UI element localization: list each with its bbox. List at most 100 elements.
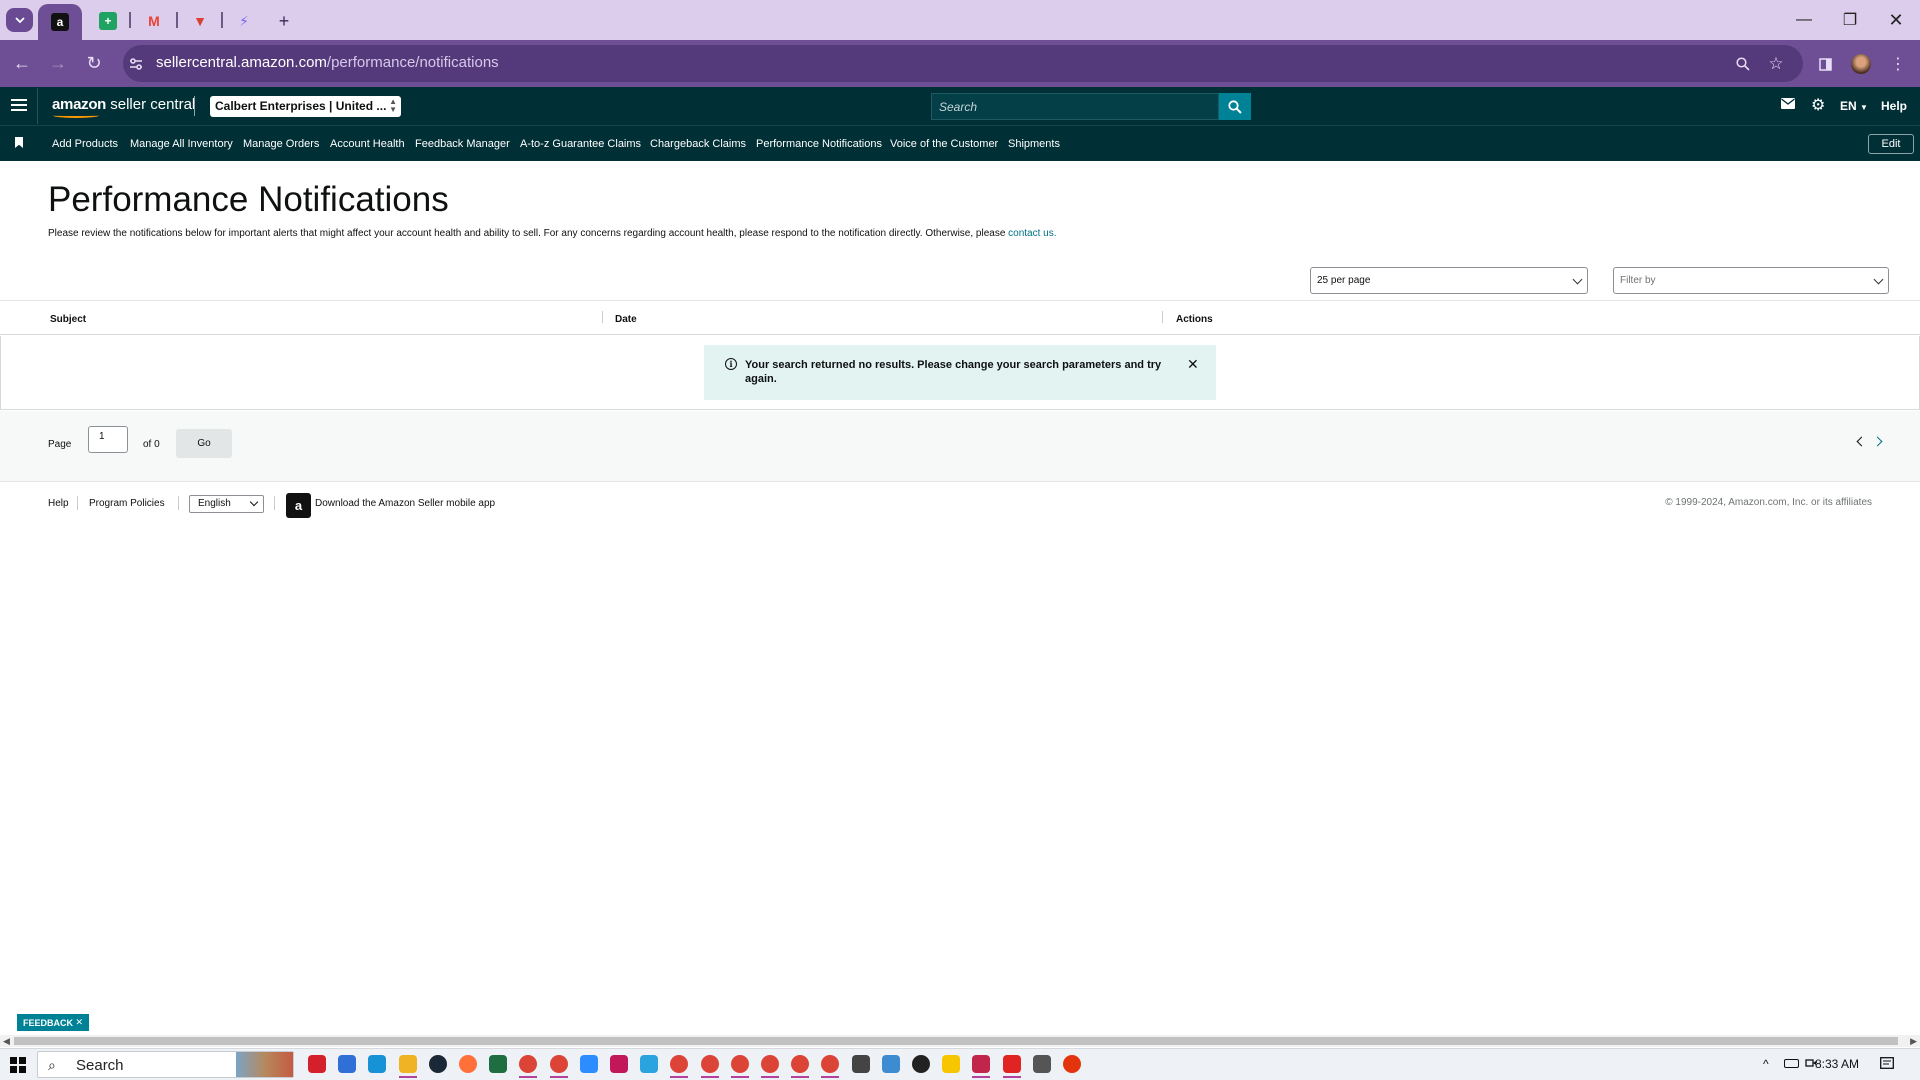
snipping-tool-icon[interactable] <box>972 1055 991 1073</box>
running-indicator <box>700 1076 719 1078</box>
messages-button[interactable] <box>1781 98 1795 112</box>
chrome-icon[interactable] <box>700 1055 719 1073</box>
pokeball-icon[interactable] <box>1063 1055 1081 1073</box>
reload-button[interactable]: ↻ <box>80 51 108 75</box>
notepad-icon[interactable] <box>881 1055 900 1073</box>
per-page-select[interactable]: 25 per page <box>1310 267 1588 294</box>
horizontal-scrollbar[interactable]: ◀ ▶ <box>0 1035 1920 1047</box>
caret-down-icon: ▼ <box>1860 103 1868 112</box>
clock[interactable]: 8:33 AM <box>1815 1057 1859 1071</box>
go-button[interactable]: Go <box>176 429 232 458</box>
help-link[interactable]: Help <box>1881 99 1907 113</box>
edge-icon[interactable] <box>368 1055 387 1073</box>
restore-button[interactable]: ❐ <box>1830 6 1870 34</box>
minimize-button[interactable]: — <box>1784 6 1824 34</box>
zoom-icon[interactable] <box>579 1055 598 1073</box>
close-icon[interactable]: ✕ <box>75 1017 83 1028</box>
program-policies-link[interactable]: Program Policies <box>89 498 165 509</box>
windows-logo-icon <box>10 1066 17 1073</box>
nav-a-to-z-claims[interactable]: A-to-z Guarantee Claims <box>520 138 641 150</box>
footer-language-select[interactable]: English <box>189 495 264 513</box>
back-button[interactable]: ← <box>8 51 36 75</box>
settings-icon[interactable] <box>1032 1055 1051 1073</box>
chrome-icon[interactable] <box>730 1055 749 1073</box>
hamburger-menu-button[interactable] <box>11 97 27 113</box>
app-blue-square-icon[interactable] <box>338 1055 357 1073</box>
column-divider <box>1162 311 1163 323</box>
close-window-button[interactable]: ✕ <box>1876 6 1916 34</box>
forward-button[interactable]: → <box>44 51 72 75</box>
start-button[interactable] <box>10 1057 26 1073</box>
profile-avatar[interactable] <box>1849 52 1873 76</box>
firefox-icon[interactable] <box>459 1055 477 1073</box>
dismiss-alert-button[interactable]: ✕ <box>1187 356 1199 373</box>
download-app-link[interactable]: Download the Amazon Seller mobile app <box>315 498 495 509</box>
browser-menu-button[interactable]: ⋮ <box>1886 52 1910 76</box>
steam-icon[interactable] <box>428 1055 447 1073</box>
scrollbar-thumb[interactable] <box>14 1037 1898 1045</box>
new-tab-button[interactable]: + <box>272 4 296 38</box>
battery-icon[interactable] <box>1784 1059 1799 1068</box>
notifications-button[interactable] <box>1880 1057 1894 1072</box>
nav-add-products[interactable]: Add Products <box>52 138 118 150</box>
global-search[interactable] <box>931 93 1219 120</box>
file-explorer-icon[interactable] <box>398 1055 417 1073</box>
tab-gmail[interactable]: M <box>142 4 166 38</box>
chrome-icon[interactable] <box>549 1055 568 1073</box>
zoom-icon[interactable] <box>1731 52 1755 76</box>
nav-account-health[interactable]: Account Health <box>330 138 405 150</box>
table-header <box>0 300 1920 335</box>
calculator-icon[interactable] <box>851 1055 870 1073</box>
notification-icon <box>1880 1057 1894 1069</box>
nav-chargeback-claims[interactable]: Chargeback Claims <box>650 138 746 150</box>
scroll-right-icon[interactable]: ▶ <box>1910 1036 1917 1047</box>
show-hidden-icons-button[interactable]: ^ <box>1763 1057 1769 1071</box>
feedback-tab[interactable]: FEEDBACK ✕ <box>17 1014 89 1031</box>
taskbar-search[interactable]: ⌕ Search <box>37 1051 294 1078</box>
chrome-icon[interactable] <box>761 1055 779 1073</box>
sticky-notes-icon[interactable] <box>942 1055 961 1073</box>
settings-button[interactable]: ⚙ <box>1811 95 1825 115</box>
app-pink-icon[interactable] <box>610 1055 628 1073</box>
running-indicator <box>972 1076 991 1078</box>
nav-voice-of-the-customer[interactable]: Voice of the Customer <box>890 138 998 150</box>
account-switcher[interactable]: Calbert Enterprises | United ... ▲ ▼ <box>210 96 401 117</box>
avatar <box>1851 54 1871 74</box>
url-text[interactable]: sellercentral.amazon.com/performance/not… <box>156 54 499 71</box>
language-switcher[interactable]: EN ▼ <box>1840 99 1868 113</box>
nav-performance-notifications[interactable]: Performance Notifications <box>756 138 882 150</box>
nav-shipments[interactable]: Shipments <box>1008 138 1060 150</box>
side-panel-button[interactable] <box>1813 52 1837 76</box>
bookmark-star-button[interactable]: ☆ <box>1764 52 1788 76</box>
search-button[interactable] <box>1219 93 1251 120</box>
site-info-icon[interactable] <box>124 52 148 76</box>
pagination-bar <box>0 411 1920 482</box>
tab-sheets[interactable]: + <box>96 4 120 38</box>
app-red-logo-icon[interactable] <box>1002 1055 1021 1073</box>
obs-icon[interactable] <box>912 1055 930 1073</box>
contact-us-link[interactable]: contact us. <box>1008 228 1056 239</box>
column-date[interactable]: Date <box>615 314 637 325</box>
nav-manage-all-inventory[interactable]: Manage All Inventory <box>130 138 233 150</box>
seller-central-logo[interactable]: amazon seller central <box>52 96 195 118</box>
amazon-seller-app-icon[interactable]: a <box>286 493 311 518</box>
nav-feedback-manager[interactable]: Feedback Manager <box>415 138 510 150</box>
tab-clickup[interactable]: ⚡ <box>232 4 256 38</box>
nav-manage-orders[interactable]: Manage Orders <box>243 138 319 150</box>
telegram-icon[interactable] <box>640 1055 659 1073</box>
edit-nav-button[interactable]: Edit <box>1868 134 1914 154</box>
tab-search-button[interactable] <box>6 8 33 32</box>
footer-divider <box>77 496 78 510</box>
scroll-left-icon[interactable]: ◀ <box>3 1036 10 1047</box>
tab-amazon[interactable]: a <box>38 4 82 40</box>
footer-help-link[interactable]: Help <box>48 498 69 509</box>
filter-select[interactable]: Filter by <box>1613 267 1889 294</box>
page-number-input[interactable]: 1 <box>88 426 128 453</box>
close-icon: ✕ <box>1187 356 1199 372</box>
app-red-circle-icon[interactable] <box>308 1055 326 1073</box>
tab-todoist[interactable]: ▼ <box>188 4 212 38</box>
search-input[interactable] <box>932 94 1218 119</box>
excel-icon[interactable] <box>489 1055 508 1073</box>
column-subject[interactable]: Subject <box>50 314 86 325</box>
no-results-alert: i Your search returned no results. Pleas… <box>704 345 1216 400</box>
